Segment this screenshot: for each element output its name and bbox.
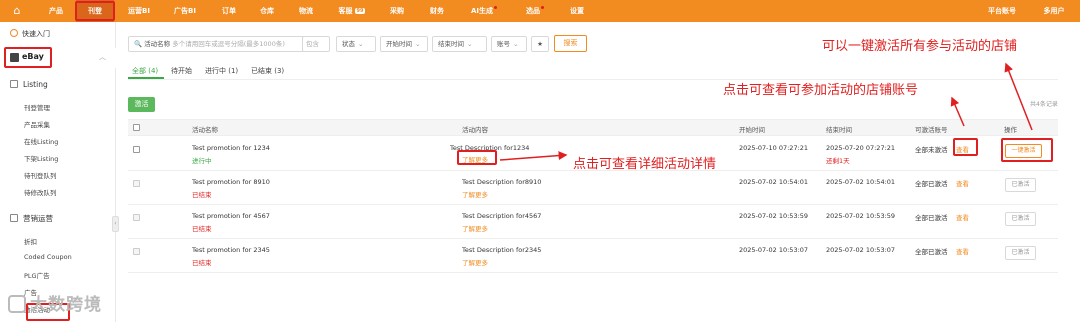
arrow-view-accounts bbox=[950, 96, 965, 127]
arrow-view-detail bbox=[499, 151, 568, 161]
watermark-logo-icon bbox=[8, 295, 26, 313]
watermark: 大数跨境 bbox=[8, 290, 102, 315]
annotation-arrows bbox=[499, 62, 1033, 161]
watermark-text: 大数跨境 bbox=[30, 295, 102, 315]
arrow-one-click bbox=[1004, 62, 1033, 131]
